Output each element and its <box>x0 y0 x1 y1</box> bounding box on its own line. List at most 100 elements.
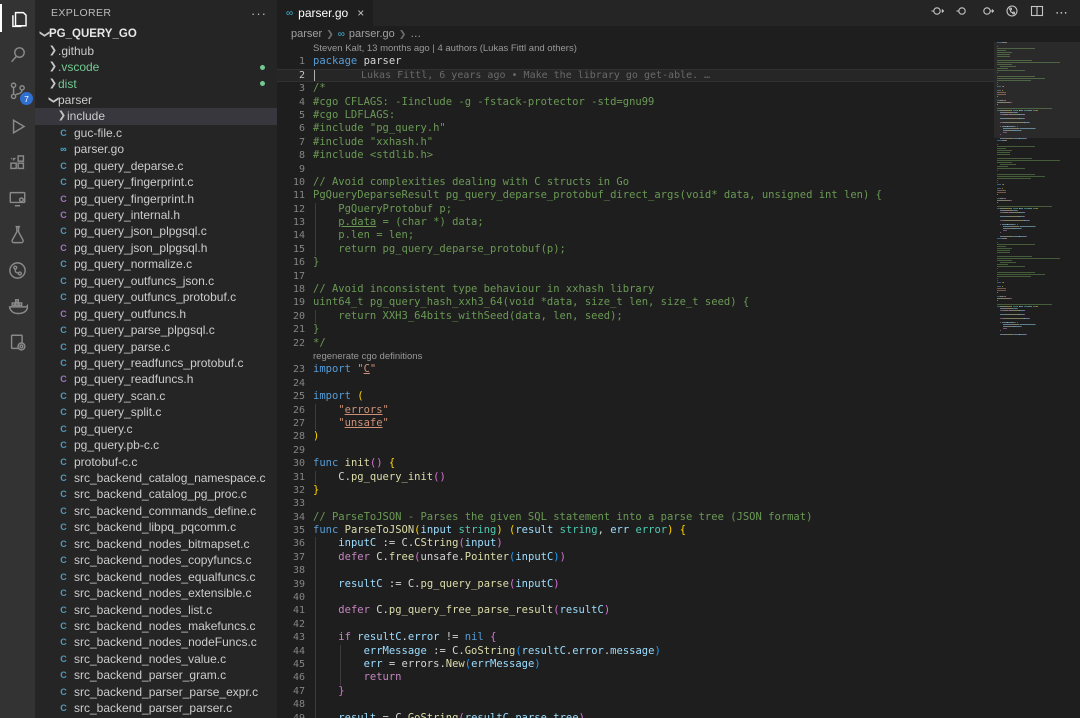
file-row-src_backend_nodes_extensible.c[interactable]: Csrc_backend_nodes_extensible.c <box>35 585 277 601</box>
code-line-10[interactable]: 10// Avoid complexities dealing with C s… <box>277 176 994 189</box>
file-row-src_backend_catalog_namespace.c[interactable]: Csrc_backend_catalog_namespace.c <box>35 470 277 486</box>
file-row-guc-file.c[interactable]: Cguc-file.c <box>35 125 277 141</box>
file-row-src_backend_nodes_equalfuncs.c[interactable]: Csrc_backend_nodes_equalfuncs.c <box>35 568 277 584</box>
file-row-pg_query.pb-c.c[interactable]: Cpg_query.pb-c.c <box>35 437 277 453</box>
file-row-src_backend_parser_parse_expr.c[interactable]: Csrc_backend_parser_parse_expr.c <box>35 684 277 700</box>
activity-source-control-icon[interactable]: 7 <box>0 72 35 108</box>
code-line-22[interactable]: 22*/ <box>277 337 994 350</box>
code-line-36[interactable]: 36 inputC := C.CString(input) <box>277 537 994 550</box>
blame-toggle-icon[interactable] <box>955 4 969 23</box>
code-line-21[interactable]: 21} <box>277 323 994 336</box>
file-row-pg_query_outfuncs_json.c[interactable]: Cpg_query_outfuncs_json.c <box>35 273 277 289</box>
code-line-28[interactable]: 28) <box>277 430 994 443</box>
folder-row-PG_QUERY_GO[interactable]: ❯PG_QUERY_GO <box>35 26 277 42</box>
code-line-27[interactable]: 27 "unsafe" <box>277 417 994 430</box>
file-row-pg_query_fingerprint.h[interactable]: Cpg_query_fingerprint.h <box>35 190 277 206</box>
file-row-pg_query_json_plpgsql.h[interactable]: Cpg_query_json_plpgsql.h <box>35 240 277 256</box>
file-row-src_backend_nodes_copyfuncs.c[interactable]: Csrc_backend_nodes_copyfuncs.c <box>35 552 277 568</box>
file-row-pg_query_internal.h[interactable]: Cpg_query_internal.h <box>35 207 277 223</box>
code-line-15[interactable]: 15 return pg_query_deparse_protobuf(p); <box>277 243 994 256</box>
code-line-29[interactable]: 29 <box>277 444 994 457</box>
gitlens-graph-icon[interactable] <box>1005 4 1019 23</box>
code-line-14[interactable]: 14 p.len = len; <box>277 229 994 242</box>
code-line-35[interactable]: 35func ParseToJSON(input string) (result… <box>277 524 994 537</box>
folder-row-dist[interactable]: ❯dist <box>35 75 277 91</box>
activity-run-debug-icon[interactable] <box>0 108 35 144</box>
code-line-42[interactable]: 42 <box>277 618 994 631</box>
file-row-pg_query_outfuncs_protobuf.c[interactable]: Cpg_query_outfuncs_protobuf.c <box>35 289 277 305</box>
code-line-30[interactable]: 30func init() { <box>277 457 994 470</box>
activity-docker-icon[interactable] <box>0 288 35 324</box>
activity-gitlens-icon[interactable] <box>0 252 35 288</box>
code-line-8[interactable]: 8#include <stdlib.h> <box>277 149 994 162</box>
code-line-2[interactable]: 2Lukas Fittl, 6 years ago • Make the lib… <box>277 69 994 82</box>
code-line-37[interactable]: 37 defer C.free(unsafe.Pointer(inputC)) <box>277 551 994 564</box>
file-row-parser.go[interactable]: ∞parser.go <box>35 141 277 157</box>
breadcrumb-symbol[interactable]: … <box>410 28 421 40</box>
minimap[interactable] <box>994 42 1080 718</box>
code-line-4[interactable]: 4#cgo CFLAGS: -Iinclude -g -fstack-prote… <box>277 96 994 109</box>
code-line-5[interactable]: 5#cgo LDFLAGS: <box>277 109 994 122</box>
code-line-40[interactable]: 40 <box>277 591 994 604</box>
folder-row-include[interactable]: ❯include <box>35 108 277 124</box>
code-line-1[interactable]: 1package parser <box>277 55 994 68</box>
file-row-pg_query_outfuncs.h[interactable]: Cpg_query_outfuncs.h <box>35 305 277 321</box>
activity-testing-icon[interactable] <box>0 216 35 252</box>
tab-close-icon[interactable]: × <box>357 6 364 20</box>
file-row-src_backend_libpq_pqcomm.c[interactable]: Csrc_backend_libpq_pqcomm.c <box>35 519 277 535</box>
file-row-pg_query_parse.c[interactable]: Cpg_query_parse.c <box>35 338 277 354</box>
code-line-47[interactable]: 47 } <box>277 685 994 698</box>
code-line-26[interactable]: 26 "errors" <box>277 404 994 417</box>
code-line-7[interactable]: 7#include "xxhash.h" <box>277 136 994 149</box>
split-editor-icon[interactable] <box>1030 4 1044 23</box>
file-row-src_backend_nodes_value.c[interactable]: Csrc_backend_nodes_value.c <box>35 651 277 667</box>
code-line-34[interactable]: 34// ParseToJSON - Parses the given SQL … <box>277 511 994 524</box>
file-row-src_backend_commands_define.c[interactable]: Csrc_backend_commands_define.c <box>35 503 277 519</box>
more-actions-icon[interactable]: ⋯ <box>1055 5 1068 21</box>
activity-search-icon[interactable] <box>0 36 35 72</box>
code-line-23[interactable]: 23import "C" <box>277 363 994 376</box>
code-line-39[interactable]: 39 resultC := C.pg_query_parse(inputC) <box>277 578 994 591</box>
file-row-pg_query.c[interactable]: Cpg_query.c <box>35 421 277 437</box>
file-row-src_backend_parser_gram.c[interactable]: Csrc_backend_parser_gram.c <box>35 667 277 683</box>
file-row-src_backend_nodes_nodeFuncs.c[interactable]: Csrc_backend_nodes_nodeFuncs.c <box>35 634 277 650</box>
code-line-11[interactable]: 11PgQueryDeparseResult pg_query_deparse_… <box>277 189 994 202</box>
file-row-src_backend_catalog_pg_proc.c[interactable]: Csrc_backend_catalog_pg_proc.c <box>35 486 277 502</box>
code-line-45[interactable]: 45 err = errors.New(errMessage) <box>277 658 994 671</box>
code-line-12[interactable]: 12 PgQueryProtobuf p; <box>277 203 994 216</box>
code-line-13[interactable]: 13 p.data = (char *) data; <box>277 216 994 229</box>
file-row-pg_query_split.c[interactable]: Cpg_query_split.c <box>35 404 277 420</box>
file-row-pg_query_deparse.c[interactable]: Cpg_query_deparse.c <box>35 158 277 174</box>
breadcrumb-file[interactable]: parser.go <box>349 28 395 40</box>
file-row-pg_query_scan.c[interactable]: Cpg_query_scan.c <box>35 388 277 404</box>
code-line-25[interactable]: 25import ( <box>277 390 994 403</box>
file-row-pg_query_readfuncs_protobuf.c[interactable]: Cpg_query_readfuncs_protobuf.c <box>35 355 277 371</box>
file-row-protobuf-c.c[interactable]: Cprotobuf-c.c <box>35 453 277 469</box>
folder-row-parser[interactable]: ❯parser <box>35 92 277 108</box>
activity-project-settings-icon[interactable] <box>0 324 35 360</box>
sidebar-more-actions-icon[interactable]: ··· <box>251 6 267 21</box>
file-row-pg_query_readfuncs.h[interactable]: Cpg_query_readfuncs.h <box>35 371 277 387</box>
code-line-18[interactable]: 18// Avoid inconsistent type behaviour i… <box>277 283 994 296</box>
minimap-slider[interactable] <box>994 42 1080 138</box>
code-line-24[interactable]: 24 <box>277 377 994 390</box>
activity-remote-explorer-icon[interactable] <box>0 180 35 216</box>
code-line-38[interactable]: 38 <box>277 564 994 577</box>
codelens[interactable]: Steven Kalt, 13 months ago | 4 authors (… <box>277 42 994 55</box>
code-line-6[interactable]: 6#include "pg_query.h" <box>277 122 994 135</box>
code-line-16[interactable]: 16} <box>277 256 994 269</box>
file-row-pg_query_fingerprint.c[interactable]: Cpg_query_fingerprint.c <box>35 174 277 190</box>
file-row-src_backend_nodes_list.c[interactable]: Csrc_backend_nodes_list.c <box>35 601 277 617</box>
code-line-9[interactable]: 9 <box>277 163 994 176</box>
code-line-17[interactable]: 17 <box>277 270 994 283</box>
activity-explorer-icon[interactable] <box>0 0 35 36</box>
file-row-pg_query_normalize.c[interactable]: Cpg_query_normalize.c <box>35 256 277 272</box>
code-line-33[interactable]: 33 <box>277 497 994 510</box>
tab-parser-go[interactable]: ∞ parser.go × <box>277 0 373 26</box>
code-line-20[interactable]: 20 return XXH3_64bits_withSeed(data, len… <box>277 310 994 323</box>
code-line-48[interactable]: 48 <box>277 698 994 711</box>
code-line-32[interactable]: 32} <box>277 484 994 497</box>
code-line-46[interactable]: 46 return <box>277 671 994 684</box>
folder-row-.vscode[interactable]: ❯.vscode <box>35 59 277 75</box>
breadcrumb-folder[interactable]: parser <box>291 28 322 40</box>
